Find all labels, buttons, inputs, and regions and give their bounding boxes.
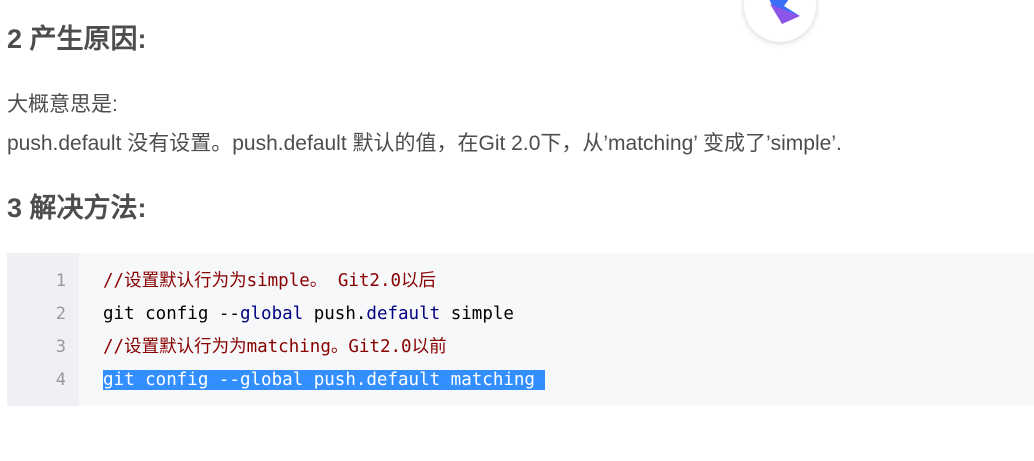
line-number: 2 (55, 304, 66, 324)
section-heading-cause: 2 产生原因: (7, 24, 147, 54)
code-text: simple (440, 304, 514, 324)
code-comment: //设置默认行为为matching。Git2.0以前 (103, 337, 447, 357)
code-comment: //设置默认行为为simple。 Git2.0以后 (103, 271, 437, 291)
code-text: git config -- (103, 304, 240, 324)
line-number: 3 (55, 337, 66, 357)
code-line-2[interactable]: git config --global push.default simple (103, 300, 514, 328)
paragraph-detail: push.default 没有设置。push.default 默认的值，在Git… (7, 132, 842, 155)
line-number: 4 (55, 370, 66, 390)
selected-code-text[interactable]: git config --global push.default matchin… (103, 370, 545, 390)
code-line-1[interactable]: //设置默认行为为simple。 Git2.0以后 (103, 267, 436, 295)
code-text: push. (303, 304, 367, 324)
code-keyword: global (239, 304, 304, 324)
code-keyword: default (366, 304, 441, 324)
line-number: 1 (55, 271, 66, 291)
assistant-logo-icon (769, 0, 800, 24)
code-line-3[interactable]: //设置默认行为为matching。Git2.0以前 (103, 333, 447, 361)
code-line-4[interactable]: git config --global push.default matchin… (103, 366, 545, 394)
assistant-logo-button[interactable] (744, 0, 816, 42)
paragraph-intro: 大概意思是: (7, 93, 118, 116)
code-block: 1 2 3 4 //设置默认行为为simple。 Git2.0以后 git co… (7, 253, 1034, 406)
section-heading-solution: 3 解决方法: (7, 193, 147, 223)
